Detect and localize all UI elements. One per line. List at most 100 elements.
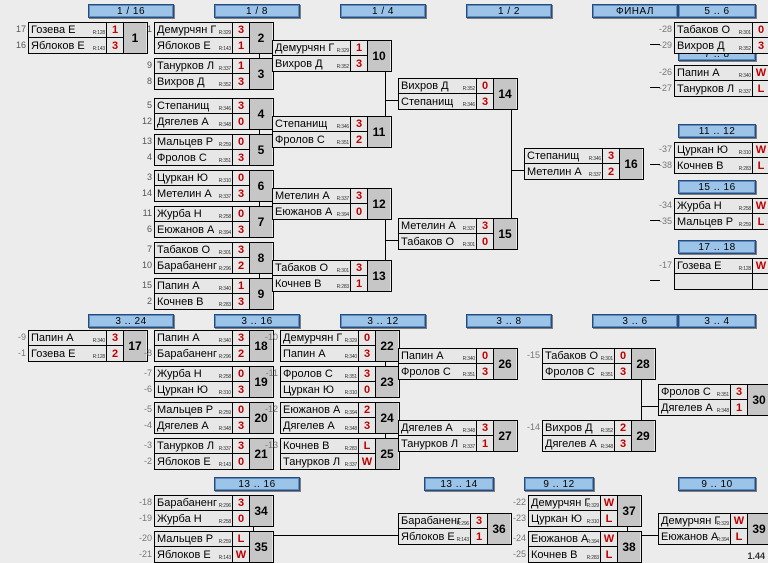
player-row[interactable]: Барабаненг R:296 2: [155, 258, 250, 273]
player-row[interactable]: Табаков О R:301 0: [543, 349, 632, 364]
match-box[interactable]: Папин А R:340 1 Кочнев В R:283 3 9: [154, 278, 274, 310]
player-row[interactable]: [675, 274, 768, 289]
player-row[interactable]: Еюжанов А R:394 W: [529, 532, 618, 547]
player-row[interactable]: Мальцев Р R:259 0: [155, 135, 250, 150]
player-row[interactable]: Папин А R:340 3: [29, 331, 124, 346]
match-box[interactable]: Папин АR:340WТанурков ЛR:337L40: [674, 65, 768, 97]
player-row[interactable]: Степанищ R:346 3: [399, 94, 494, 109]
match-box[interactable]: Гозева Е R:128 1 Яблоков Е R:143 3 1: [28, 22, 148, 54]
player-row[interactable]: Мальцев Р R:259 0: [155, 403, 250, 418]
player-row[interactable]: Дягелев А R:348 3: [543, 436, 632, 451]
player-row[interactable]: Танурков Л R:337 1: [155, 59, 250, 74]
match-30[interactable]: Фролов С R:351 3 Дягелев А R:348 1 30: [658, 384, 768, 416]
match-box[interactable]: Табаков О R:301 0 Фролов С R:351 3 28: [542, 348, 656, 380]
match-box[interactable]: Табаков О R:301 3 Барабаненг R:296 2 8: [154, 242, 274, 274]
match-40[interactable]: -26-27Папин АR:340WТанурков ЛR:337L40: [659, 65, 768, 97]
match-box[interactable]: Танурков Л R:337 3 Яблоков Е R:143 0 21: [154, 438, 274, 470]
match-3[interactable]: 9 8 Танурков Л R:337 1 Вихров Д R:352 3 3: [140, 58, 274, 90]
player-row[interactable]: Степанищ R:346 3: [273, 117, 368, 132]
player-row[interactable]: Демурчян Г R:329 W: [659, 514, 748, 529]
match-41[interactable]: -28-29Табаков ОR:3010Вихров ДR:352341: [659, 22, 768, 54]
player-row[interactable]: Кочнев В R:283 L: [281, 439, 376, 454]
player-row[interactable]: Вихров Д R:352 0: [399, 79, 494, 94]
match-box[interactable]: Цуркан Ю R:310 0 Метелин А R:337 3 6: [154, 170, 274, 202]
match-box[interactable]: Степанищ R:346 3 Фролов С R:351 2 11: [272, 116, 392, 148]
player-row[interactable]: Демурчян Г R:329 0: [281, 331, 376, 346]
player-row[interactable]: Фролов С R:351 2: [273, 132, 368, 147]
match-6[interactable]: 3 14 Цуркан Ю R:310 0 Метелин А R:337 3 6: [140, 170, 274, 202]
player-row[interactable]: Вихров Д R:352 2: [543, 421, 632, 436]
match-27[interactable]: Дягелев А R:348 3 Танурков Л R:337 1 27: [398, 420, 531, 452]
player-row[interactable]: Фролов С R:351 3: [399, 364, 494, 379]
player-row[interactable]: Степанищ R:346 3: [525, 149, 620, 164]
match-box[interactable]: Табаков О R:301 3 Кочнев В R:283 1 13: [272, 260, 392, 292]
player-row[interactable]: Кочнев В R:283 L: [675, 158, 768, 173]
match-14[interactable]: Вихров Д R:352 0 Степанищ R:346 3 14: [398, 78, 531, 110]
player-row[interactable]: Танурков Л R:337 W: [281, 454, 376, 469]
match-33[interactable]: -17Гозева ЕR:128W33: [659, 258, 768, 290]
player-row[interactable]: Танурков Л R:337 1: [399, 436, 494, 451]
match-32[interactable]: -37-38Цуркан ЮR:310WКочнев ВR:283L32: [659, 142, 768, 174]
player-row[interactable]: Папин А R:340 3: [281, 346, 376, 361]
match-23[interactable]: -11 Фролов С R:351 3 Цуркан Ю R:310 0 23: [266, 366, 400, 398]
match-box[interactable]: Гозева ЕR:128W33: [674, 258, 768, 290]
player-row[interactable]: Демурчян Г R:329 W: [529, 496, 618, 511]
match-box[interactable]: Мальцев Р R:259 0 Фролов С R:351 3 5: [154, 134, 274, 166]
player-row[interactable]: Табаков О R:301 3: [273, 261, 368, 276]
match-20[interactable]: -5 -4 Мальцев Р R:259 0 Дягелев А R:348 3 20: [140, 402, 274, 434]
match-10[interactable]: Демурчян Г R:329 1 Вихров Д R:352 3 10: [272, 40, 405, 72]
match-37[interactable]: -22 -23 Демурчян Г R:329 W Цуркан Ю R:310 L 37: [513, 495, 642, 527]
match-box[interactable]: Папин А R:340 3 Барабаненг R:296 2 18: [154, 330, 274, 362]
player-row[interactable]: Еюжанов А R:394 0: [273, 204, 368, 219]
match-box[interactable]: Демурчян Г R:329 3 Яблоков Е R:143 1 2: [154, 22, 274, 54]
player-row[interactable]: Кочнев В R:283 3: [155, 294, 250, 309]
player-row[interactable]: Фролов С R:351 3: [543, 364, 632, 379]
player-row[interactable]: Дягелев А R:348 3: [281, 418, 376, 433]
player-row[interactable]: Папин А R:340 0: [399, 349, 494, 364]
player-row[interactable]: Журба Н R:258 0: [155, 207, 250, 222]
match-box[interactable]: Цуркан ЮR:310WКочнев ВR:283L32: [674, 142, 768, 174]
match-24[interactable]: -12 Еюжанов А R:394 2 Дягелев А R:348 3 24: [265, 402, 400, 434]
player-row[interactable]: Вихров Д R:352 3: [155, 74, 250, 89]
match-box[interactable]: Фролов С R:351 3 Дягелев А R:348 1 30: [658, 384, 768, 416]
match-25[interactable]: -13 Кочнев В R:283 L Танурков Л R:337 W 25: [265, 438, 400, 470]
player-row[interactable]: Папин А R:340 3: [155, 331, 250, 346]
match-15[interactable]: Метелин А R:337 3 Табаков О R:301 0 15: [398, 218, 531, 250]
match-13[interactable]: Табаков О R:301 3 Кочнев В R:283 1 13: [272, 260, 405, 292]
player-row[interactable]: Еюжанов А R:394 L: [659, 529, 748, 544]
match-box[interactable]: Кочнев В R:283 L Танурков Л R:337 W 25: [280, 438, 400, 470]
match-31[interactable]: -34-35Журба НR:258WМальцев РR:259L31: [659, 198, 768, 230]
match-box[interactable]: Журба Н R:258 0 Еюжанов А R:394 3 7: [154, 206, 274, 238]
match-7[interactable]: 11 6 Журба Н R:258 0 Еюжанов А R:394 3 7: [140, 206, 274, 238]
match-16[interactable]: Степанищ R:346 3 Метелин А R:337 2 16: [524, 148, 657, 180]
player-row[interactable]: Барабаненг R:296 2: [155, 346, 250, 361]
match-9[interactable]: 15 2 Папин А R:340 1 Кочнев В R:283 3 9: [140, 278, 274, 310]
match-12[interactable]: Метелин А R:337 3 Еюжанов А R:394 0 12: [272, 188, 405, 220]
player-row[interactable]: Гозева Е R:128 1: [29, 23, 124, 38]
match-box[interactable]: Демурчян Г R:329 W Цуркан Ю R:310 L 37: [528, 495, 642, 527]
player-row[interactable]: Табаков О R:301 0: [675, 23, 768, 38]
player-row[interactable]: Яблоков Е R:143 0: [155, 454, 250, 469]
match-21[interactable]: -3 -2 Танурков Л R:337 3 Яблоков Е R:143 0 21: [140, 438, 274, 470]
match-box[interactable]: Метелин А R:337 3 Табаков О R:301 0 15: [398, 218, 518, 250]
player-row[interactable]: Метелин А R:337 3: [155, 186, 250, 201]
player-row[interactable]: Еюжанов А R:394 3: [155, 222, 250, 237]
player-row[interactable]: Дягелев А R:348 3: [399, 421, 494, 436]
match-box[interactable]: Еюжанов А R:394 2 Дягелев А R:348 3 24: [280, 402, 400, 434]
player-row[interactable]: Табаков О R:301 0: [399, 234, 494, 249]
match-29[interactable]: -14 Вихров Д R:352 2 Дягелев А R:348 3 29: [527, 420, 656, 452]
match-8[interactable]: 7 10 Табаков О R:301 3 Барабаненг R:296 2 8: [140, 242, 274, 274]
match-35[interactable]: -20 -21 Мальцев Р R:259 L Яблоков Е R:143 W 35: [139, 531, 274, 563]
player-row[interactable]: Папин А R:340 W: [675, 66, 768, 81]
player-row[interactable]: Мальцев Р R:259 L: [675, 214, 768, 229]
player-row[interactable]: Еюжанов А R:394 2: [281, 403, 376, 418]
match-box[interactable]: Степанищ R:346 3 Метелин А R:337 2 16: [524, 148, 644, 180]
player-row[interactable]: Барабаненг R:296 3: [399, 514, 488, 529]
match-box[interactable]: Папин А R:340 0 Фролов С R:351 3 26: [398, 348, 518, 380]
match-box[interactable]: Танурков Л R:337 1 Вихров Д R:352 3 3: [154, 58, 274, 90]
player-row[interactable]: Танурков Л R:337 3: [155, 439, 250, 454]
match-box[interactable]: Папин А R:340 3 Гозева Е R:128 2 17: [28, 330, 148, 362]
player-row[interactable]: Дягелев А R:348 3: [155, 418, 250, 433]
match-box[interactable]: Еюжанов А R:394 W Кочнев В R:283 L 38: [528, 531, 642, 563]
player-row[interactable]: Цуркан Ю R:310 0: [155, 171, 250, 186]
